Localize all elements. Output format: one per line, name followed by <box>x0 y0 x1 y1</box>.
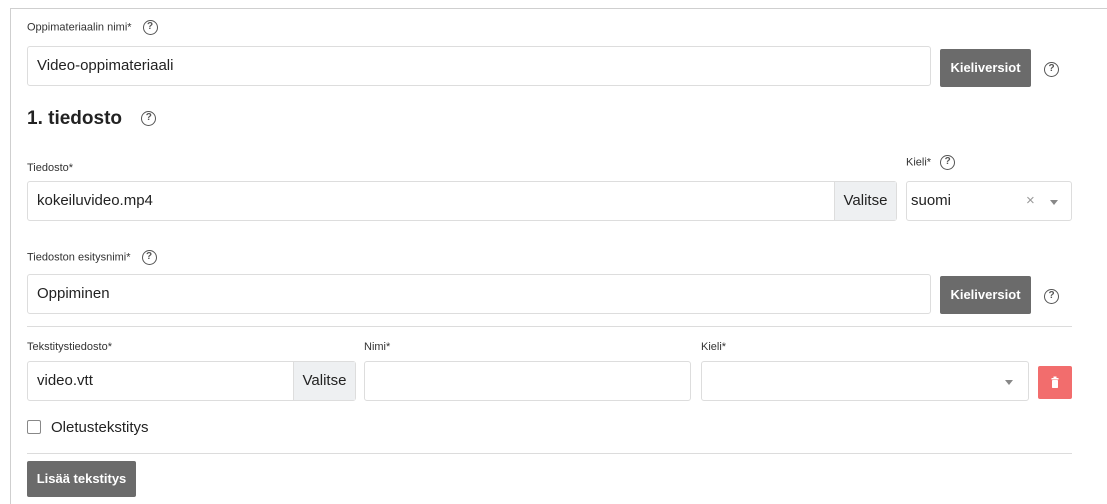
help-icon[interactable]: ? <box>1044 289 1059 304</box>
subtitle-file-value: video.vtt <box>37 372 93 389</box>
subtitle-language-select[interactable] <box>701 361 1029 401</box>
subtitle-file-label: Tekstitystiedosto* <box>27 341 112 353</box>
language-label-text: Kieli* <box>906 156 932 169</box>
choose-file-button[interactable]: Valitse <box>834 182 896 220</box>
display-name-label: Tiedoston esitysnimi* ? <box>27 250 157 265</box>
display-name-label-text: Tiedoston esitysnimi* <box>27 251 131 264</box>
add-subtitle-button[interactable]: Lisää tekstitys <box>27 461 136 497</box>
divider <box>27 326 1072 327</box>
subtitle-name-input[interactable] <box>364 361 691 401</box>
language-label: Kieli* ? <box>906 155 956 170</box>
language-value: suomi <box>911 192 952 209</box>
language-select[interactable]: suomi × <box>906 181 1072 221</box>
display-name-input[interactable]: Oppiminen <box>27 274 931 314</box>
subtitle-name-label: Nimi* <box>364 341 391 353</box>
help-icon[interactable]: ? <box>940 155 956 170</box>
material-name-input[interactable]: Video-oppimateriaali <box>27 46 931 86</box>
default-subtitle-option[interactable]: Oletustekstitys <box>27 418 149 436</box>
help-icon[interactable]: ? <box>1044 62 1059 77</box>
clear-icon[interactable]: × <box>1026 182 1035 220</box>
chevron-down-icon[interactable] <box>1050 200 1058 205</box>
trash-icon <box>1051 376 1059 388</box>
help-icon[interactable]: ? <box>141 111 157 127</box>
delete-subtitle-button[interactable] <box>1038 366 1072 399</box>
file-section-heading: 1. tiedosto ? <box>27 108 157 130</box>
file-value: kokeiluvideo.mp4 <box>37 192 153 209</box>
material-name-label: Oppimateriaalin nimi* ? <box>27 20 158 35</box>
display-name-value: Oppiminen <box>37 285 110 302</box>
help-icon[interactable]: ? <box>141 250 157 265</box>
default-subtitle-checkbox[interactable] <box>27 420 41 434</box>
material-name-label-text: Oppimateriaalin nimi* <box>27 21 132 34</box>
display-name-language-versions-button[interactable]: Kieliversiot <box>940 276 1031 314</box>
help-icon[interactable]: ? <box>142 20 158 35</box>
material-name-value: Video-oppimateriaali <box>37 57 174 74</box>
default-subtitle-label: Oletustekstitys <box>51 418 149 436</box>
chevron-down-icon[interactable] <box>1005 380 1013 385</box>
choose-subtitle-button[interactable]: Valitse <box>293 362 355 400</box>
file-section-heading-text: 1. tiedosto <box>27 108 123 129</box>
file-label: Tiedosto* <box>27 162 74 174</box>
language-versions-button[interactable]: Kieliversiot <box>940 49 1031 87</box>
subtitle-language-label: Kieli* <box>701 341 727 353</box>
subtitle-file-input[interactable]: video.vtt Valitse <box>27 361 356 401</box>
divider <box>27 453 1072 454</box>
file-input[interactable]: kokeiluvideo.mp4 Valitse <box>27 181 897 221</box>
